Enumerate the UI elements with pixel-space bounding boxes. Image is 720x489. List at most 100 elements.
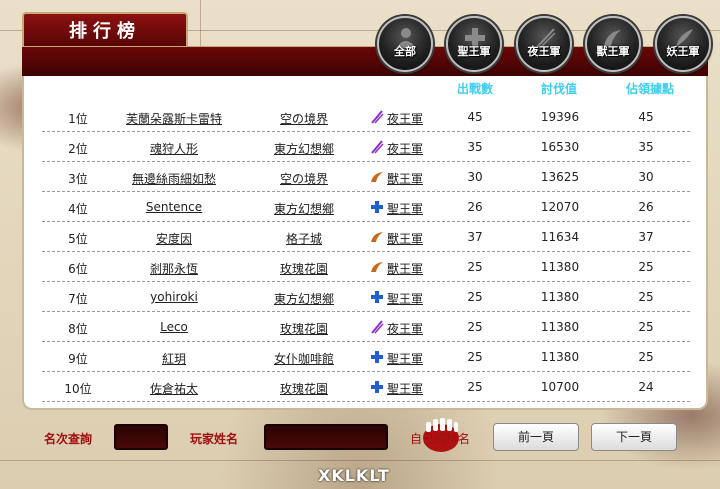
rank-search-label: 名次查詢 — [44, 432, 93, 446]
guild-link[interactable]: 東方幻想鄉 — [262, 140, 346, 157]
table-row: 4位 Sentence 東方幻想鄉 聖王軍 26 12070 26 — [42, 192, 690, 222]
rank-search-input[interactable] — [114, 424, 168, 450]
rank-cell: 2位 — [68, 142, 88, 156]
army-filter-all-button[interactable]: 全部 — [377, 16, 433, 72]
table-row: 10位 佐倉祐太 玫瑰花園 聖王軍 25 10700 24 — [42, 372, 690, 402]
army-cell[interactable]: 聖王軍 — [370, 290, 440, 307]
next-page-button[interactable]: 下一頁 — [591, 423, 677, 451]
army-filter-label: 聖王軍 — [457, 45, 491, 58]
army-filter-label: 獸王軍 — [596, 45, 630, 58]
table-row: 8位 Leco 玫瑰花園 夜王軍 25 11380 25 — [42, 312, 690, 342]
army-cell[interactable]: 聖王軍 — [370, 380, 440, 397]
guild-link[interactable]: 玫瑰花園 — [262, 260, 346, 277]
army-name: 聖王軍 — [387, 382, 424, 396]
army-name: 夜王軍 — [387, 322, 424, 336]
army-cell[interactable]: 夜王軍 — [370, 110, 440, 127]
guild-link[interactable]: 東方幻想鄉 — [262, 200, 346, 217]
army-cell[interactable]: 聖王軍 — [370, 200, 440, 217]
cross-icon — [370, 380, 384, 397]
claw-icon — [370, 140, 384, 157]
table-row: 9位 紅玥 女仆咖啡館 聖王軍 25 11380 25 — [42, 342, 690, 372]
leader-link[interactable]: yohiroki — [114, 290, 234, 304]
leader-link[interactable]: 剎那永恆 — [114, 260, 234, 277]
rank-cell: 1位 — [68, 112, 88, 126]
bases-cell: 25 — [638, 320, 654, 334]
score-cell: 13625 — [540, 170, 580, 184]
score-cell: 11380 — [540, 320, 580, 334]
rank-cell: 3位 — [68, 172, 88, 186]
bases-cell: 24 — [638, 380, 654, 394]
army-name: 獸王軍 — [387, 232, 424, 246]
army-cell[interactable]: 獸王軍 — [370, 230, 440, 247]
leader-link[interactable]: 芙蘭朵露斯卡雷特 — [114, 110, 234, 127]
guild-link[interactable]: 玫瑰花園 — [262, 320, 346, 337]
guild-link[interactable]: 空の境界 — [262, 110, 346, 127]
army-cell[interactable]: 夜王軍 — [370, 140, 440, 157]
leader-link[interactable]: 安度因 — [114, 230, 234, 247]
battles-cell: 25 — [467, 350, 483, 364]
leader-link[interactable]: 紅玥 — [114, 350, 234, 367]
bases-cell: 45 — [638, 110, 654, 124]
army-cell[interactable]: 獸王軍 — [370, 260, 440, 277]
rank-cell: 8位 — [68, 322, 88, 336]
leader-link[interactable]: Sentence — [114, 200, 234, 214]
army-name: 聖王軍 — [387, 352, 424, 366]
self-rank-label[interactable]: 自己的排名 — [410, 430, 470, 447]
table-row: 3位 無邊絲雨細如愁 空の境界 獸王軍 30 13625 30 — [42, 162, 690, 192]
player-name-input[interactable] — [264, 424, 388, 450]
score-cell: 11380 — [540, 260, 580, 274]
score-cell: 16530 — [540, 140, 580, 154]
leader-link[interactable]: Leco — [114, 320, 234, 334]
rank-cell: 5位 — [68, 232, 88, 246]
guild-link[interactable]: 玫瑰花園 — [262, 380, 346, 397]
leader-link[interactable]: 佐倉祐太 — [114, 380, 234, 397]
army-name: 聖王軍 — [387, 202, 424, 216]
column-header-bases: 佔領據點 — [625, 81, 674, 96]
bases-cell: 25 — [638, 260, 654, 274]
bases-cell: 30 — [638, 170, 654, 184]
cross-icon — [370, 290, 384, 307]
bases-cell: 25 — [638, 350, 654, 364]
army-cell[interactable]: 夜王軍 — [370, 320, 440, 337]
rank-cell: 10位 — [64, 382, 92, 396]
table-header: 排名 傭兵團長 公會 軍團 出戰數 討伐值 佔領據點 — [22, 78, 708, 98]
leader-link[interactable]: 無邊絲雨細如愁 — [114, 170, 234, 187]
score-cell: 11380 — [540, 350, 580, 364]
army-filter-demon-button[interactable]: 妖王軍 — [655, 16, 711, 72]
table-row: 7位 yohiroki 東方幻想鄉 聖王軍 25 11380 25 — [42, 282, 690, 312]
horn-icon — [370, 170, 384, 187]
column-header-army: 軍團 — [393, 81, 418, 96]
rank-cell: 6位 — [68, 262, 88, 276]
table-row: 6位 剎那永恆 玫瑰花園 獸王軍 25 11380 25 — [42, 252, 690, 282]
guild-link[interactable]: 空の境界 — [262, 170, 346, 187]
score-cell: 11634 — [540, 230, 580, 244]
title-tab: 排行榜 — [22, 12, 188, 46]
rank-cell: 4位 — [68, 202, 88, 216]
army-filter-night-button[interactable]: 夜王軍 — [516, 16, 572, 72]
battles-cell: 30 — [467, 170, 483, 184]
army-cell[interactable]: 聖王軍 — [370, 350, 440, 367]
guild-link[interactable]: 女仆咖啡館 — [262, 350, 346, 367]
army-filter-beast-button[interactable]: 獸王軍 — [585, 16, 641, 72]
score-cell: 19396 — [540, 110, 580, 124]
guild-link[interactable]: 東方幻想鄉 — [262, 290, 346, 307]
footer-logo: XKLKLT — [318, 466, 390, 485]
table-row: 1位 芙蘭朵露斯卡雷特 空の境界 夜王軍 45 19396 45 — [42, 102, 690, 132]
guild-link[interactable]: 格子城 — [262, 230, 346, 247]
army-filter-holy-button[interactable]: 聖王軍 — [446, 16, 502, 72]
page-title: 排行榜 — [69, 21, 141, 42]
army-filter-label: 夜王軍 — [527, 45, 561, 58]
prev-page-button[interactable]: 前一頁 — [493, 423, 579, 451]
army-cell[interactable]: 獸王軍 — [370, 170, 440, 187]
player-search-label: 玩家姓名 — [190, 432, 239, 446]
army-name: 獸王軍 — [387, 172, 424, 186]
army-name: 夜王軍 — [387, 142, 424, 156]
bases-cell: 35 — [638, 140, 654, 154]
table-row: 5位 安度因 格子城 獸王軍 37 11634 37 — [42, 222, 690, 252]
bases-cell: 26 — [638, 200, 654, 214]
bases-cell: 37 — [638, 230, 654, 244]
table-row: 2位 魂狩人形 東方幻想鄉 夜王軍 35 16530 35 — [42, 132, 690, 162]
battles-cell: 25 — [467, 290, 483, 304]
army-name: 獸王軍 — [387, 262, 424, 276]
leader-link[interactable]: 魂狩人形 — [114, 140, 234, 157]
